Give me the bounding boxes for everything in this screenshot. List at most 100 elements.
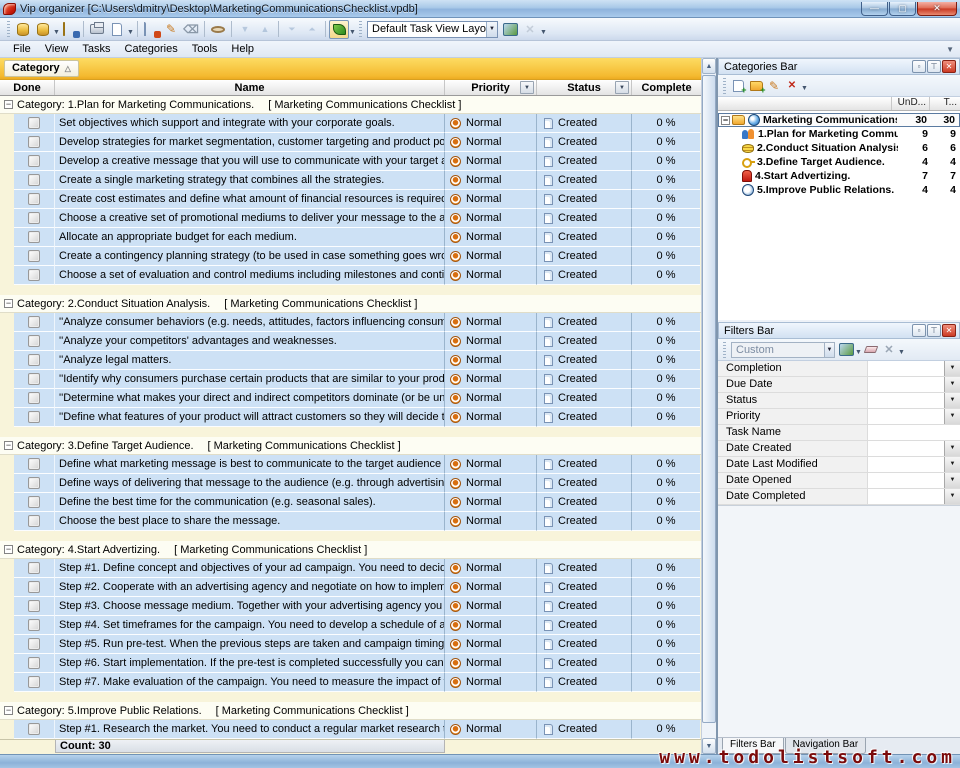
done-checkbox[interactable]	[28, 411, 40, 423]
filters-bar-pin-icon[interactable]: ⊤	[927, 324, 941, 337]
menubar-overflow-icon[interactable]: ▼	[946, 45, 954, 54]
filters-toolbar-overflow-icon[interactable]: ▼	[898, 340, 905, 359]
task-row[interactable]: Step #5. Run pre-test. When the previous…	[0, 635, 701, 654]
task-name-cell[interactable]: ''Analyze your competitors' advantages a…	[55, 332, 445, 351]
priority-cell[interactable]: Normal	[445, 474, 537, 493]
done-checkbox[interactable]	[28, 231, 40, 243]
done-checkbox[interactable]	[28, 193, 40, 205]
priority-cell[interactable]: Normal	[445, 559, 537, 578]
done-checkbox[interactable]	[28, 136, 40, 148]
status-cell[interactable]: Created	[537, 597, 632, 616]
filter-value-field[interactable]	[868, 409, 944, 424]
priority-cell[interactable]: Normal	[445, 370, 537, 389]
task-name-cell[interactable]: ''Analyze legal matters.	[55, 351, 445, 370]
task-name-cell[interactable]: Create a single marketing strategy that …	[55, 171, 445, 190]
delete-layout-button[interactable]: ✕	[520, 20, 540, 39]
filters-bar-close-icon[interactable]: ✕	[942, 324, 956, 337]
save-layout-button[interactable]	[500, 20, 520, 39]
task-row[interactable]: Step #7. Make evaluation of the campaign…	[0, 673, 701, 692]
done-checkbox[interactable]	[28, 354, 40, 366]
categories-bar-close-icon[interactable]: ✕	[942, 60, 956, 73]
task-row[interactable]: Choose a set of evaluation and control m…	[0, 266, 701, 285]
task-name-cell[interactable]: Create cost estimates and define what am…	[55, 190, 445, 209]
task-name-cell[interactable]: Step #1. Define concept and objectives o…	[55, 559, 445, 578]
task-name-cell[interactable]: Step #2. Cooperate with an advertising a…	[55, 578, 445, 597]
status-cell[interactable]: Created	[537, 474, 632, 493]
task-row[interactable]: ''Define what features of your product w…	[0, 408, 701, 427]
filter-value-field[interactable]	[868, 457, 944, 472]
task-row[interactable]: Step #1. Research the market. You need t…	[0, 720, 701, 739]
move-bottom-button[interactable]: ⏷	[282, 20, 302, 39]
task-name-cell[interactable]: Define ways of delivering that message t…	[55, 474, 445, 493]
done-checkbox[interactable]	[28, 212, 40, 224]
tree-column-total[interactable]: T...	[930, 97, 960, 110]
task-row[interactable]: Step #3. Choose message medium. Together…	[0, 597, 701, 616]
done-checkbox[interactable]	[28, 458, 40, 470]
move-up-button[interactable]: ▲	[255, 20, 275, 39]
priority-cell[interactable]: Normal	[445, 332, 537, 351]
menu-item-help[interactable]: Help	[224, 42, 261, 56]
move-down-button[interactable]: ▼	[235, 20, 255, 39]
status-cell[interactable]: Created	[537, 408, 632, 427]
menu-item-file[interactable]: File	[6, 42, 38, 56]
task-name-cell[interactable]: Create a contingency planning strategy (…	[55, 247, 445, 266]
done-checkbox[interactable]	[28, 515, 40, 527]
status-cell[interactable]: Created	[537, 266, 632, 285]
status-cell[interactable]: Created	[537, 559, 632, 578]
tree-category-item[interactable]: 4.Start Advertizing.77	[718, 169, 960, 183]
priority-cell[interactable]: Normal	[445, 228, 537, 247]
priority-filter-dropdown-icon[interactable]: ▼	[520, 81, 534, 94]
category-header-row[interactable]: −Category: 1.Plan for Marketing Communic…	[0, 96, 701, 114]
view-mode-dropdown-icon[interactable]: ▼	[349, 20, 356, 39]
task-row[interactable]: Step #2. Cooperate with an advertising a…	[0, 578, 701, 597]
category-header-row[interactable]: −Category: 4.Start Advertizing.[ Marketi…	[0, 541, 701, 559]
filter-dropdown-icon[interactable]: ▼	[944, 361, 960, 376]
task-name-cell[interactable]: Develop strategies for market segmentati…	[55, 133, 445, 152]
task-name-cell[interactable]: Step #5. Run pre-test. When the previous…	[55, 635, 445, 654]
done-checkbox[interactable]	[28, 477, 40, 489]
move-top-button[interactable]: ⏶	[302, 20, 322, 39]
task-name-cell[interactable]: Define the best time for the communicati…	[55, 493, 445, 512]
filter-value-field[interactable]	[868, 361, 944, 376]
status-cell[interactable]: Created	[537, 247, 632, 266]
clear-filter-button[interactable]	[862, 341, 880, 358]
open-database-button[interactable]	[33, 20, 53, 39]
task-name-cell[interactable]: Choose the best place to share the messa…	[55, 512, 445, 531]
priority-cell[interactable]: Normal	[445, 654, 537, 673]
collapse-icon[interactable]: −	[4, 441, 13, 450]
status-cell[interactable]: Created	[537, 578, 632, 597]
status-cell[interactable]: Created	[537, 455, 632, 474]
task-row[interactable]: Create a contingency planning strategy (…	[0, 247, 701, 266]
task-row[interactable]: Step #6. Start implementation. If the pr…	[0, 654, 701, 673]
status-cell[interactable]: Created	[537, 673, 632, 692]
task-name-cell[interactable]: Develop a creative message that you will…	[55, 152, 445, 171]
delete-task-button[interactable]: ⌫	[181, 20, 201, 39]
task-name-cell[interactable]: Step #4. Set timeframes for the campaign…	[55, 616, 445, 635]
grid-vertical-scrollbar[interactable]: ▲ ▼	[701, 58, 716, 754]
task-row[interactable]: ''Analyze legal matters.NormalCreated0 %	[0, 351, 701, 370]
delete-category-button[interactable]: ✕	[783, 77, 801, 94]
task-row[interactable]: Develop a creative message that you will…	[0, 152, 701, 171]
priority-cell[interactable]: Normal	[445, 389, 537, 408]
task-row[interactable]: Allocate an appropriate budget for each …	[0, 228, 701, 247]
hide-completed-button[interactable]	[208, 20, 228, 39]
filter-value-field[interactable]	[868, 473, 944, 488]
done-checkbox[interactable]	[28, 117, 40, 129]
status-cell[interactable]: Created	[537, 654, 632, 673]
task-row[interactable]: Define what marketing message is best to…	[0, 455, 701, 474]
apply-filter-button[interactable]	[837, 341, 855, 358]
tree-collapse-icon[interactable]: −	[721, 116, 730, 125]
task-name-cell[interactable]: Define what marketing message is best to…	[55, 455, 445, 474]
status-cell[interactable]: Created	[537, 209, 632, 228]
new-checklist-button[interactable]	[729, 77, 747, 94]
done-checkbox[interactable]	[28, 269, 40, 281]
task-name-cell[interactable]: ''Identify why consumers purchase certai…	[55, 370, 445, 389]
status-cell[interactable]: Created	[537, 616, 632, 635]
priority-cell[interactable]: Normal	[445, 512, 537, 531]
status-cell[interactable]: Created	[537, 133, 632, 152]
priority-cell[interactable]: Normal	[445, 266, 537, 285]
column-header-done[interactable]: Done	[0, 80, 55, 95]
status-cell[interactable]: Created	[537, 720, 632, 739]
priority-cell[interactable]: Normal	[445, 313, 537, 332]
filter-dropdown-icon[interactable]: ▼	[944, 473, 960, 488]
